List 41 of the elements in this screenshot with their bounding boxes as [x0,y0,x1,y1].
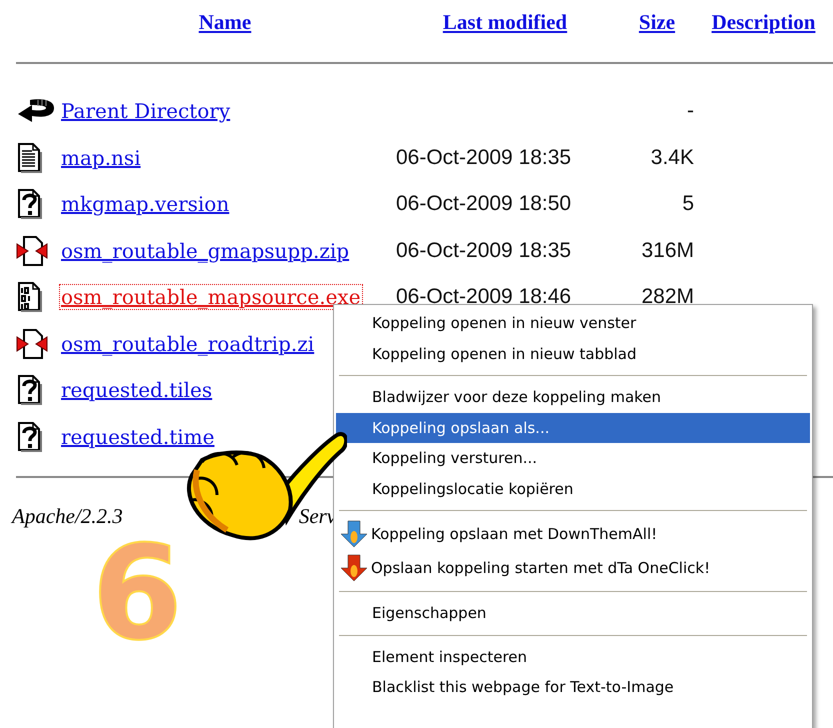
menu-item[interactable]: Bladwijzer voor deze koppeling maken [336,382,810,412]
compressed-file-icon [16,328,48,360]
file-link[interactable]: requested.tiles [60,378,214,402]
file-link[interactable]: osm_routable_gmapsupp.zip [60,238,350,263]
file-link[interactable]: mkgmap.version [60,192,230,216]
unknown-file-icon [16,188,44,220]
menu-item[interactable]: Blacklist this webpage for Text-to-Image [336,672,810,702]
file-size: 316M [641,238,694,263]
file-link[interactable]: map.nsi [60,146,142,170]
menu-item[interactable]: Koppeling versturen... [336,443,810,474]
file-size: 282M [641,285,694,310]
menu-item[interactable]: Koppeling opslaan als... [336,412,810,443]
column-header-link[interactable]: Description [694,0,833,44]
unknown-file-icon [16,374,44,406]
file-link[interactable]: Parent Directory [60,99,232,124]
text-file-icon [16,142,44,174]
column-header-link[interactable]: Size [620,0,694,44]
unknown-file-icon [16,420,44,453]
compressed-file-icon [16,234,48,267]
file-link[interactable]: requested.time [60,424,216,449]
menu-item[interactable]: Koppeling opslaan met DownThemAll! [336,517,810,551]
menu-item[interactable]: Koppelingslocatie kopiëren [336,474,810,504]
column-header-link[interactable]: Last modified [390,0,620,44]
modified-date: 06-Oct-2009 18:35 [396,238,572,263]
file-size: 3.4K [650,146,694,170]
modified-date: 06-Oct-2009 18:46 [396,285,572,310]
menu-item[interactable]: Element inspecteren [336,642,810,672]
file-size: 5 [682,192,694,216]
file-link[interactable]: osm_routable_roadtrip.zi [60,332,316,356]
menu-item[interactable]: Koppeling openen in nieuw tabblad [336,338,810,369]
server-signature: Apache/2.2.3 [12,504,123,529]
menu-item[interactable]: Eigenschappen [336,598,810,628]
column-header-link[interactable]: Name [60,0,390,44]
binary-file-icon [16,281,44,314]
menu-item[interactable]: Koppeling openen in nieuw venster [336,308,810,338]
modified-date: 06-Oct-2009 18:35 [396,146,572,170]
file-link[interactable]: osm_routable_mapsource.exe [60,285,362,310]
file-size: - [687,99,694,124]
step-number: 6 [92,528,182,658]
modified-date: 06-Oct-2009 18:50 [396,192,572,216]
menu-item[interactable]: Opslaan koppeling starten met dTa OneClick! [336,551,810,585]
